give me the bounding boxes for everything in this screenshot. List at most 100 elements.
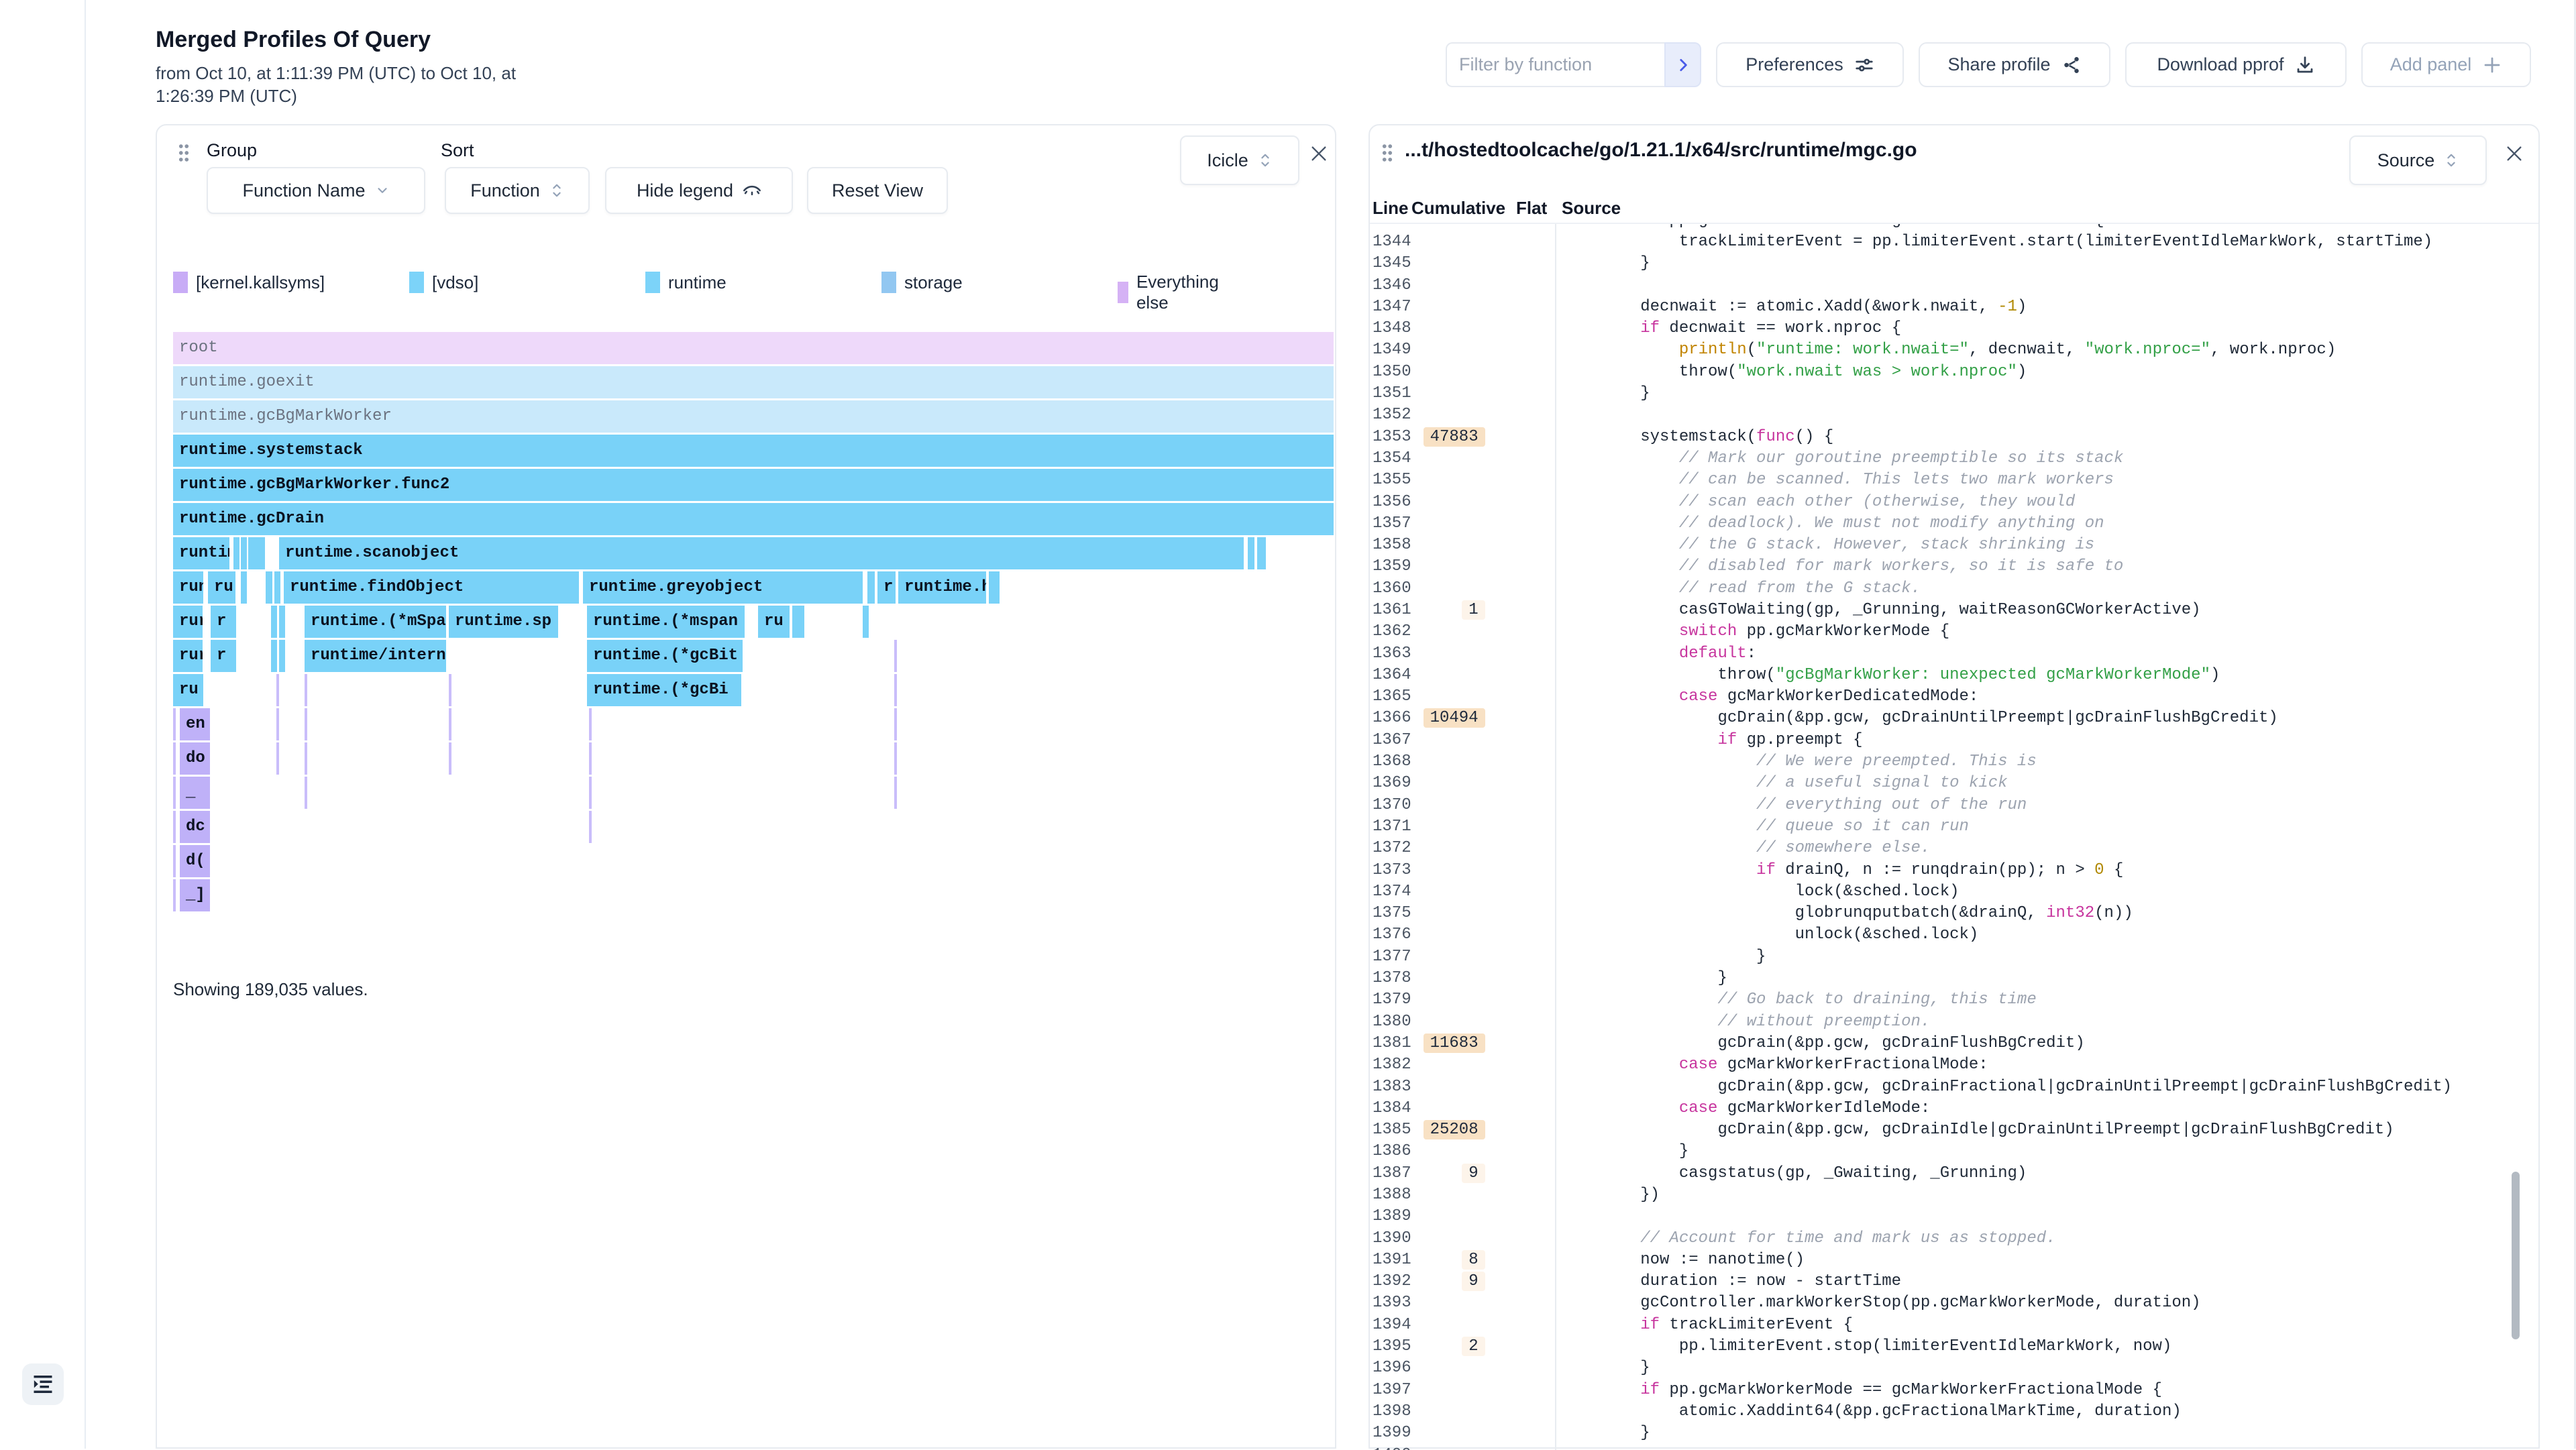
flame-cell-d([interactable]: d(: [180, 845, 210, 877]
flame-cell[interactable]: [305, 777, 307, 809]
source-line-row[interactable]: 1352: [1370, 404, 2538, 426]
flame-cell[interactable]: [276, 708, 279, 740]
flame-cell[interactable]: [173, 777, 176, 809]
flame-cell[interactable]: [894, 777, 897, 809]
filter-by-function-input[interactable]: [1446, 42, 1664, 87]
flame-cell[interactable]: [589, 777, 592, 809]
flame-cell[interactable]: [305, 742, 307, 775]
preferences-button[interactable]: Preferences: [1716, 42, 1904, 87]
flame-cell[interactable]: [173, 708, 176, 740]
source-line-row[interactable]: 1393 gcController.markWorkerStop(pp.gcMa…: [1370, 1292, 2538, 1314]
flame-cell-runtime.(*mSpa[interactable]: runtime.(*mSpa: [305, 606, 446, 638]
download-pprof-button[interactable]: Download pprof: [2125, 42, 2347, 87]
flame-cell-runtime.gcDrain[interactable]: runtime.gcDrain: [173, 503, 1334, 535]
source-line-row[interactable]: 1386 }: [1370, 1141, 2538, 1162]
source-line-row[interactable]: 1343 if pp.gcMarkWorkerMode == gcMarkWor…: [1370, 223, 2538, 231]
flame-cell[interactable]: [863, 606, 869, 638]
flame-cell-r[interactable]: r: [211, 606, 236, 638]
source-line-row[interactable]: 138525208 gcDrain(&pp.gcw, gcDrainIdle|g…: [1370, 1119, 2538, 1140]
source-line-row[interactable]: 1369 // a useful signal to kick: [1370, 773, 2538, 794]
flame-cell-rur[interactable]: rur: [173, 640, 203, 672]
source-line-row[interactable]: 1368 // We were preempted. This is: [1370, 750, 2538, 772]
drag-handle-icon[interactable]: [1379, 142, 1395, 164]
source-line-row[interactable]: 1374 lock(&sched.lock): [1370, 881, 2538, 902]
source-line-row[interactable]: 1362 switch pp.gcMarkWorkerMode {: [1370, 621, 2538, 643]
flame-cell[interactable]: [589, 811, 592, 843]
flame-cell[interactable]: [276, 674, 279, 706]
source-line-row[interactable]: 1349 println("runtime: work.nwait=", dec…: [1370, 339, 2538, 361]
flame-cell[interactable]: [241, 571, 247, 604]
hide-legend-button[interactable]: Hide legend: [605, 167, 793, 214]
source-line-row[interactable]: 1350 throw("work.nwait was > work.nproc"…: [1370, 361, 2538, 382]
flame-cell[interactable]: [173, 811, 176, 843]
source-line-row[interactable]: 1379 // Go back to draining, this time: [1370, 989, 2538, 1011]
flame-cell[interactable]: [792, 606, 804, 638]
source-line-row[interactable]: 13918 now := nanotime(): [1370, 1249, 2538, 1270]
flame-cell[interactable]: [989, 571, 1000, 604]
source-line-row[interactable]: 1345 }: [1370, 253, 2538, 274]
flame-cell[interactable]: [173, 845, 176, 877]
source-line-row[interactable]: 1358 // the G stack. However, stack shri…: [1370, 534, 2538, 555]
source-line-row[interactable]: 1396 }: [1370, 1357, 2538, 1379]
flame-cell-runtime.goexit[interactable]: runtime.goexit: [173, 366, 1334, 398]
flame-cell[interactable]: [894, 640, 897, 672]
flame-cell-runtime.greyobject[interactable]: runtime.greyobject: [583, 571, 863, 604]
source-line-row[interactable]: 1346: [1370, 274, 2538, 296]
scrollbar-thumb[interactable]: [2512, 1172, 2520, 1339]
drag-handle-icon[interactable]: [176, 142, 192, 164]
flame-cell[interactable]: [867, 571, 875, 604]
flame-cell-runtime.systemstack[interactable]: runtime.systemstack: [173, 435, 1334, 467]
source-line-row[interactable]: 1380 // without preemption.: [1370, 1011, 2538, 1032]
source-line-row[interactable]: 1363 default:: [1370, 643, 2538, 664]
source-line-row[interactable]: 1377 }: [1370, 946, 2538, 967]
source-line-row[interactable]: 1390 // Account for time and mark us as …: [1370, 1227, 2538, 1249]
flame-cell-runtime.h[interactable]: runtime.h: [898, 571, 986, 604]
flame-cell[interactable]: [894, 708, 897, 740]
source-line-row[interactable]: 1356 // scan each other (otherwise, they…: [1370, 491, 2538, 512]
source-line-row[interactable]: 138111683 gcDrain(&pp.gcw, gcDrainFlushB…: [1370, 1032, 2538, 1054]
flame-cell[interactable]: [276, 742, 279, 775]
source-line-row[interactable]: 1383 gcDrain(&pp.gcw, gcDrainFractional|…: [1370, 1076, 2538, 1097]
flame-cell-runtime.(*gcBit[interactable]: runtime.(*gcBit: [587, 640, 743, 672]
source-line-row[interactable]: 135347883 systemstack(func() {: [1370, 426, 2538, 447]
source-line-row[interactable]: 1372 // somewhere else.: [1370, 838, 2538, 859]
source-line-row[interactable]: 1400: [1370, 1444, 2538, 1450]
source-line-row[interactable]: 13952 pp.limiterEvent.stop(limiterEventI…: [1370, 1335, 2538, 1357]
flame-cell-dc[interactable]: dc: [180, 811, 210, 843]
flame-cell[interactable]: [266, 571, 272, 604]
flame-cell[interactable]: [233, 537, 239, 569]
reset-view-button[interactable]: Reset View: [807, 167, 948, 214]
flame-cell[interactable]: [589, 708, 592, 740]
flame-cell-runtime.sp[interactable]: runtime.sp: [449, 606, 558, 638]
flame-cell-_[interactable]: _: [180, 777, 210, 809]
add-panel-button[interactable]: Add panel: [2361, 42, 2531, 87]
flame-cell[interactable]: [1248, 537, 1254, 569]
source-line-row[interactable]: 1359 // disabled for mark workers, so it…: [1370, 556, 2538, 577]
flame-cell[interactable]: [271, 606, 277, 638]
flame-cell-runtime.findObject[interactable]: runtime.findObject: [284, 571, 579, 604]
source-line-row[interactable]: 1360 // read from the G stack.: [1370, 577, 2538, 599]
flame-cell[interactable]: [271, 640, 277, 672]
flame-cell[interactable]: [1257, 537, 1266, 569]
flame-cell[interactable]: [449, 708, 451, 740]
source-line-row[interactable]: 13879 casgstatus(gp, _Gwaiting, _Grunnin…: [1370, 1162, 2538, 1184]
source-line-row[interactable]: 13929 duration := now - startTime: [1370, 1271, 2538, 1292]
source-line-row[interactable]: 1397 if pp.gcMarkWorkerMode == gcMarkWor…: [1370, 1379, 2538, 1400]
source-line-row[interactable]: 1398 atomic.Xaddint64(&pp.gcFractionalMa…: [1370, 1400, 2538, 1422]
source-line-row[interactable]: 1394 if trackLimiterEvent {: [1370, 1314, 2538, 1335]
source-line-row[interactable]: 1348 if decnwait == work.nproc {: [1370, 317, 2538, 339]
flame-cell-runtime.gcBgMarkWorker.func2[interactable]: runtime.gcBgMarkWorker.func2: [173, 469, 1334, 501]
flame-cell-runtim[interactable]: runtim: [173, 537, 229, 569]
source-line-row[interactable]: 1376 unlock(&sched.lock): [1370, 924, 2538, 946]
flame-cell[interactable]: [305, 674, 307, 706]
source-line-row[interactable]: 1370 // everything out of the run: [1370, 794, 2538, 816]
flame-cell[interactable]: [589, 742, 592, 775]
flame-cell-r[interactable]: r: [211, 640, 236, 672]
flame-cell-runtime.(*mspan[interactable]: runtime.(*mspan: [587, 606, 745, 638]
flame-cell[interactable]: [259, 537, 265, 569]
source-line-row[interactable]: 1344 trackLimiterEvent = pp.limiterEvent…: [1370, 231, 2538, 252]
flame-cell-run[interactable]: run: [173, 571, 203, 604]
source-line-row[interactable]: 1388 }): [1370, 1184, 2538, 1205]
source-line-row[interactable]: 1373 if drainQ, n := runqdrain(pp); n > …: [1370, 859, 2538, 881]
source-line-row[interactable]: 1389: [1370, 1206, 2538, 1227]
